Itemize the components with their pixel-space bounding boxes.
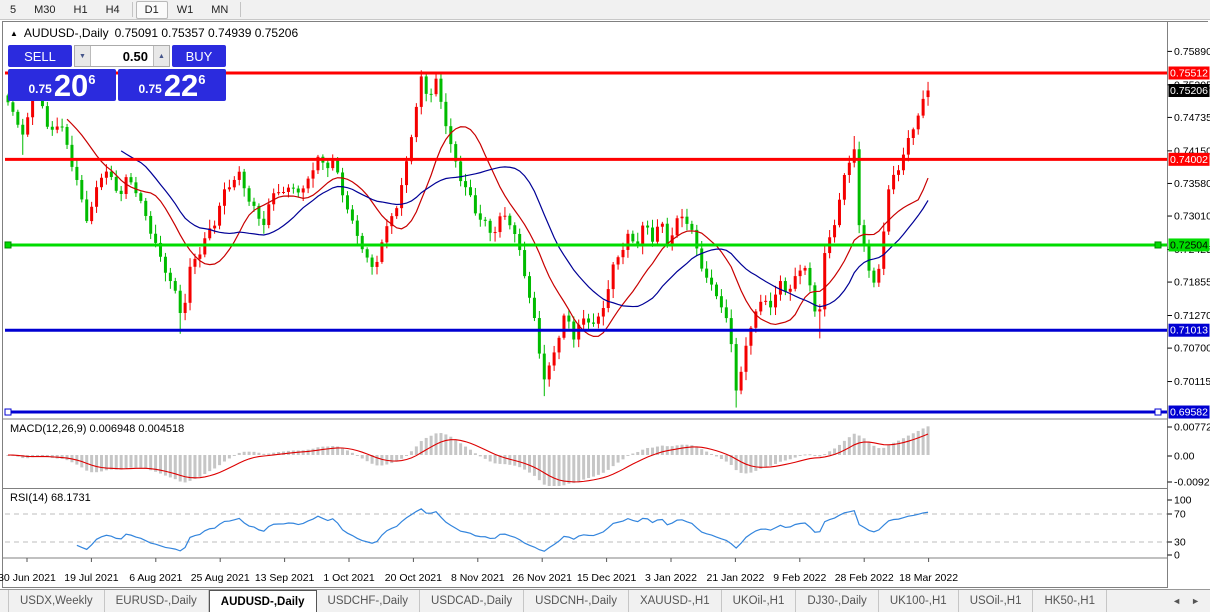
chart-collapse-icon[interactable]: ▲ [10, 29, 18, 38]
timeframe-button-mn[interactable]: MN [202, 1, 237, 19]
svg-text:26 Nov 2021: 26 Nov 2021 [512, 572, 572, 584]
timeframe-button-w1[interactable]: W1 [168, 1, 203, 19]
sell-price-box[interactable]: 0.75 20 6 [8, 69, 116, 101]
chart-title-row: ▲ AUDUSD-,Daily 0.75091 0.75357 0.74939 … [10, 26, 298, 40]
axis-label-0.72504: 0.72504 [1168, 238, 1210, 252]
svg-text:100: 100 [1174, 495, 1192, 507]
svg-text:30 Jun 2021: 30 Jun 2021 [0, 572, 56, 584]
volume-spinner: ▼ ▲ [74, 45, 170, 67]
svg-text:0.72504: 0.72504 [1170, 239, 1208, 251]
timeframe-button-h1[interactable]: H1 [65, 1, 97, 19]
svg-text:15 Dec 2021: 15 Dec 2021 [577, 572, 637, 584]
chart-symbol-title: AUDUSD-,Daily [23, 26, 109, 40]
sell-button[interactable]: SELL [8, 45, 72, 67]
svg-text:0.00772: 0.00772 [1174, 422, 1210, 434]
svg-text:70: 70 [1174, 509, 1186, 521]
sell-price-big: 20 [53, 68, 89, 104]
svg-text:0: 0 [1174, 550, 1180, 562]
symbol-tab-audusd-daily[interactable]: AUDUSD-,Daily [208, 590, 317, 612]
svg-text:0.75512: 0.75512 [1170, 68, 1208, 80]
timeframe-button-5[interactable]: 5 [1, 1, 25, 19]
one-click-trade-panel: SELL ▼ ▲ BUY 0.75 20 6 0.75 22 6 [8, 45, 226, 101]
volume-increase-icon[interactable]: ▲ [153, 46, 169, 66]
timeframe-toolbar: 5 M30 H1 H4 D1 W1 MN [0, 0, 1210, 20]
svg-text:25 Aug 2021: 25 Aug 2021 [191, 572, 250, 584]
svg-text:9 Feb 2022: 9 Feb 2022 [773, 572, 826, 584]
svg-text:0.70700: 0.70700 [1174, 343, 1210, 355]
symbol-tab-ukoil-h1[interactable]: UKOil-,H1 [722, 590, 797, 612]
tab-scroll-right-icon[interactable]: ► [1191, 596, 1200, 606]
trading-app: { "toolbar": { "timeframes": [ {"label":… [0, 0, 1210, 612]
symbol-tab-usdx-weekly[interactable]: USDX,Weekly [8, 590, 105, 612]
symbol-tab-usdcnh-daily[interactable]: USDCNH-,Daily [524, 590, 629, 612]
timeframe-button-m30[interactable]: M30 [25, 1, 64, 19]
svg-text:19 Jul 2021: 19 Jul 2021 [64, 572, 118, 584]
svg-text:6 Aug 2021: 6 Aug 2021 [129, 572, 182, 584]
symbol-tab-usdcad-daily[interactable]: USDCAD-,Daily [420, 590, 525, 612]
svg-text:18 Mar 2022: 18 Mar 2022 [899, 572, 958, 584]
tab-scroll-arrows: ◄ ► [1172, 590, 1210, 612]
timeframe-button-h4[interactable]: H4 [97, 1, 129, 19]
svg-text:0.71855: 0.71855 [1174, 277, 1210, 289]
axis-label-0.75512: 0.75512 [1168, 66, 1210, 80]
svg-text:0.70115: 0.70115 [1174, 376, 1210, 388]
volume-input[interactable] [91, 46, 153, 66]
svg-text:0.71270: 0.71270 [1174, 310, 1210, 322]
svg-text:0.75206: 0.75206 [1170, 85, 1208, 97]
symbol-tab-usdchf-daily[interactable]: USDCHF-,Daily [317, 590, 421, 612]
svg-text:0.71013: 0.71013 [1170, 325, 1208, 337]
sell-price-small: 0.75 [28, 82, 52, 96]
axis-label-0.71013: 0.71013 [1168, 323, 1210, 337]
buy-price-box[interactable]: 0.75 22 6 [118, 69, 226, 101]
volume-decrease-icon[interactable]: ▼ [75, 46, 91, 66]
sell-price-sup: 6 [88, 72, 96, 87]
symbol-tab-usoil-h1[interactable]: USOil-,H1 [959, 590, 1034, 612]
svg-text:0.74735: 0.74735 [1174, 112, 1210, 124]
svg-text:0.75890: 0.75890 [1174, 46, 1210, 58]
symbol-tab-eurusd-daily[interactable]: EURUSD-,Daily [105, 590, 209, 612]
svg-text:21 Jan 2022: 21 Jan 2022 [706, 572, 764, 584]
price-axis: 0.758900.753050.747350.741500.735800.730… [1167, 21, 1210, 588]
macd-label: MACD(12,26,9) 0.006948 0.004518 [10, 423, 185, 435]
timeframe-button-d1[interactable]: D1 [135, 0, 168, 19]
svg-text:3 Jan 2022: 3 Jan 2022 [645, 572, 697, 584]
svg-text:0.00: 0.00 [1174, 451, 1195, 463]
svg-text:13 Sep 2021: 13 Sep 2021 [255, 572, 315, 584]
axis-label-0.74002: 0.74002 [1168, 152, 1210, 166]
buy-price-small: 0.75 [138, 82, 162, 96]
symbol-tab-uk100-h1[interactable]: UK100-,H1 [879, 590, 959, 612]
symbol-tab-dj30-daily[interactable]: DJ30-,Daily [796, 590, 879, 612]
svg-text:0.73010: 0.73010 [1174, 211, 1210, 223]
toolbar-separator [240, 2, 242, 17]
svg-text:1 Oct 2021: 1 Oct 2021 [323, 572, 375, 584]
toolbar-separator [131, 2, 133, 17]
chart-ohlc-values: 0.75091 0.75357 0.74939 0.75206 [114, 26, 299, 40]
svg-text:20 Oct 2021: 20 Oct 2021 [385, 572, 442, 584]
svg-text:30: 30 [1174, 537, 1186, 549]
axis-label-0.69582: 0.69582 [1168, 405, 1210, 419]
svg-text:0.69582: 0.69582 [1170, 407, 1208, 419]
tab-scroll-left-icon[interactable]: ◄ [1172, 596, 1181, 606]
buy-button[interactable]: BUY [172, 45, 226, 67]
buy-price-sup: 6 [198, 72, 206, 87]
svg-text:0.74002: 0.74002 [1170, 154, 1208, 166]
svg-text:0.73580: 0.73580 [1174, 178, 1210, 190]
chart-window-frame [2, 21, 1208, 588]
buy-price-big: 22 [163, 68, 199, 104]
symbol-tabbar: USDX,Weekly EURUSD-,Daily AUDUSD-,Daily USD… [0, 589, 1210, 612]
symbol-tab-xauusd-h1[interactable]: XAUUSD-,H1 [629, 590, 722, 612]
svg-text:-0.00927: -0.00927 [1174, 477, 1210, 489]
symbol-tab-hk50-h1[interactable]: HK50-,H1 [1033, 590, 1107, 612]
svg-text:28 Feb 2022: 28 Feb 2022 [835, 572, 894, 584]
current-price-label: 0.75206 [1168, 83, 1210, 97]
rsi-label: RSI(14) 68.1731 [10, 492, 91, 504]
svg-text:8 Nov 2021: 8 Nov 2021 [451, 572, 505, 584]
